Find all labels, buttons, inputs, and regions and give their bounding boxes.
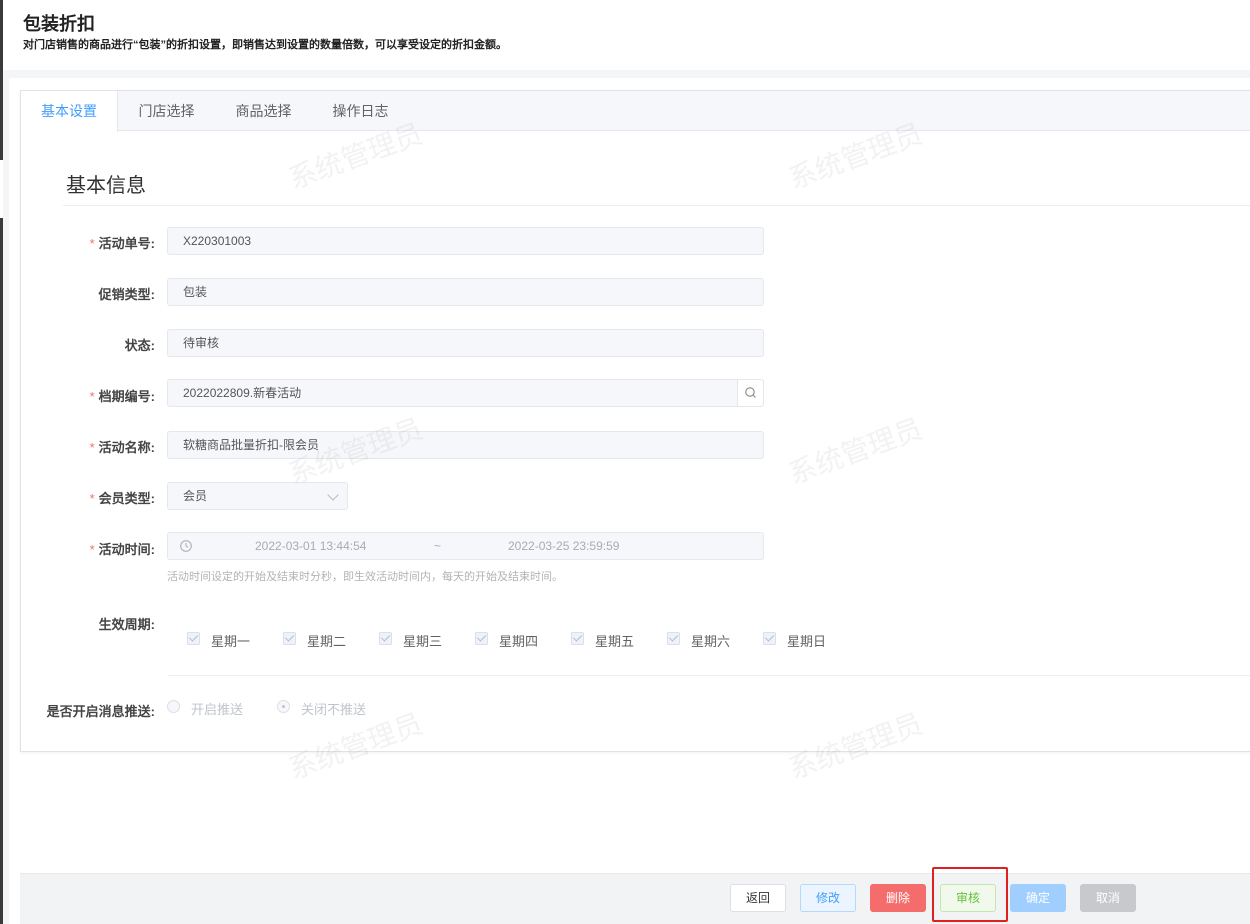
cancel-button[interactable]: 取消 (1080, 884, 1136, 912)
checkbox-box (571, 632, 584, 645)
activity-no-field[interactable]: X220301003 (167, 227, 764, 255)
weekday-checkbox-group: 星期一 星期二 星期三 星期四 星期五 星期六 星期日 (187, 631, 847, 649)
range-separator: ~ (434, 539, 442, 553)
activity-no-label: * 活动单号: (89, 236, 155, 251)
activity-time-label: * 活动时间: (89, 542, 155, 557)
page-header: 包装折扣 对门店销售的商品进行“包装”的折扣设置，即销售达到设置的数量倍数，可以… (3, 0, 1250, 70)
activity-time-range[interactable]: 2022-03-01 13:44:54 ~ 2022-03-25 23:59:5… (167, 532, 764, 560)
radio-dot (167, 700, 180, 713)
tab-basic-settings[interactable]: 基本设置 (21, 91, 118, 132)
tab-store-selection[interactable]: 门店选择 (118, 91, 215, 131)
form-divider (168, 675, 1250, 676)
activity-name-field[interactable]: 软糖商品批量折扣-限会员 (167, 431, 764, 459)
activity-name-label: * 活动名称: (89, 440, 155, 455)
checkbox-box (187, 632, 200, 645)
end-time[interactable]: 2022-03-25 23:59:59 (508, 533, 619, 559)
schedule-no-field[interactable]: 2022022809.新春活动 (167, 379, 764, 407)
member-type-label: * 会员类型: (89, 491, 155, 506)
checkbox-box (667, 632, 680, 645)
delete-button[interactable]: 删除 (870, 884, 926, 912)
promo-type-label: 促销类型: (98, 287, 155, 302)
status-field[interactable]: 待审核 (167, 329, 764, 357)
activity-time-hint: 活动时间设定的开始及结束时分秒，即生效活动时间内，每天的开始及结束时间。 (167, 571, 563, 583)
schedule-no-label: * 档期编号: (89, 389, 155, 404)
section-divider (63, 205, 1250, 206)
member-type-value: 会员 (183, 489, 208, 503)
radio-dot (277, 700, 290, 713)
audit-button[interactable]: 审核 (940, 884, 996, 912)
member-type-select[interactable]: 会员 (167, 482, 348, 510)
radio-push-on[interactable]: 开启推送 (167, 699, 257, 717)
settings-card: 基本设置 门店选择 商品选择 操作日志 基本信息 (20, 90, 1250, 752)
checkbox-box (763, 632, 776, 645)
status-label: 状态: (124, 338, 155, 353)
section-title: 基本信息 (66, 175, 146, 197)
back-button[interactable]: 返回 (730, 884, 786, 912)
chevron-down-icon (327, 489, 339, 501)
schedule-no-value: 2022022809.新春活动 (183, 386, 302, 400)
required-mark: * (89, 236, 95, 251)
tab-bar: 基本设置 门店选择 商品选择 操作日志 (21, 91, 1250, 132)
edit-button[interactable]: 修改 (800, 884, 856, 912)
left-edge (0, 0, 3, 924)
start-time[interactable]: 2022-03-01 13:44:54 (255, 533, 366, 559)
page-title: 包装折扣 (23, 14, 95, 34)
effective-period-label: 生效周期: (98, 617, 155, 632)
checkbox-box (379, 632, 392, 645)
push-label: 是否开启消息推送: (46, 704, 155, 719)
radio-push-off[interactable]: 关闭不推送 (277, 699, 387, 717)
page-description: 对门店销售的商品进行“包装”的折扣设置，即销售达到设置的数量倍数，可以享受设定的… (23, 39, 507, 51)
required-mark: * (89, 491, 95, 506)
left-edge-dark-bottom (0, 218, 3, 924)
tab-product-selection[interactable]: 商品选择 (215, 91, 312, 131)
tab-operation-log[interactable]: 操作日志 (312, 91, 409, 131)
required-mark: * (89, 542, 95, 557)
clock-icon (180, 540, 192, 552)
checkbox-box (283, 632, 296, 645)
search-icon (745, 387, 756, 398)
required-mark: * (89, 389, 95, 404)
required-mark: * (89, 440, 95, 455)
promo-type-field[interactable]: 包装 (167, 278, 764, 306)
search-button[interactable] (737, 380, 763, 406)
checkbox-box (475, 632, 488, 645)
confirm-button[interactable]: 确定 (1010, 884, 1066, 912)
